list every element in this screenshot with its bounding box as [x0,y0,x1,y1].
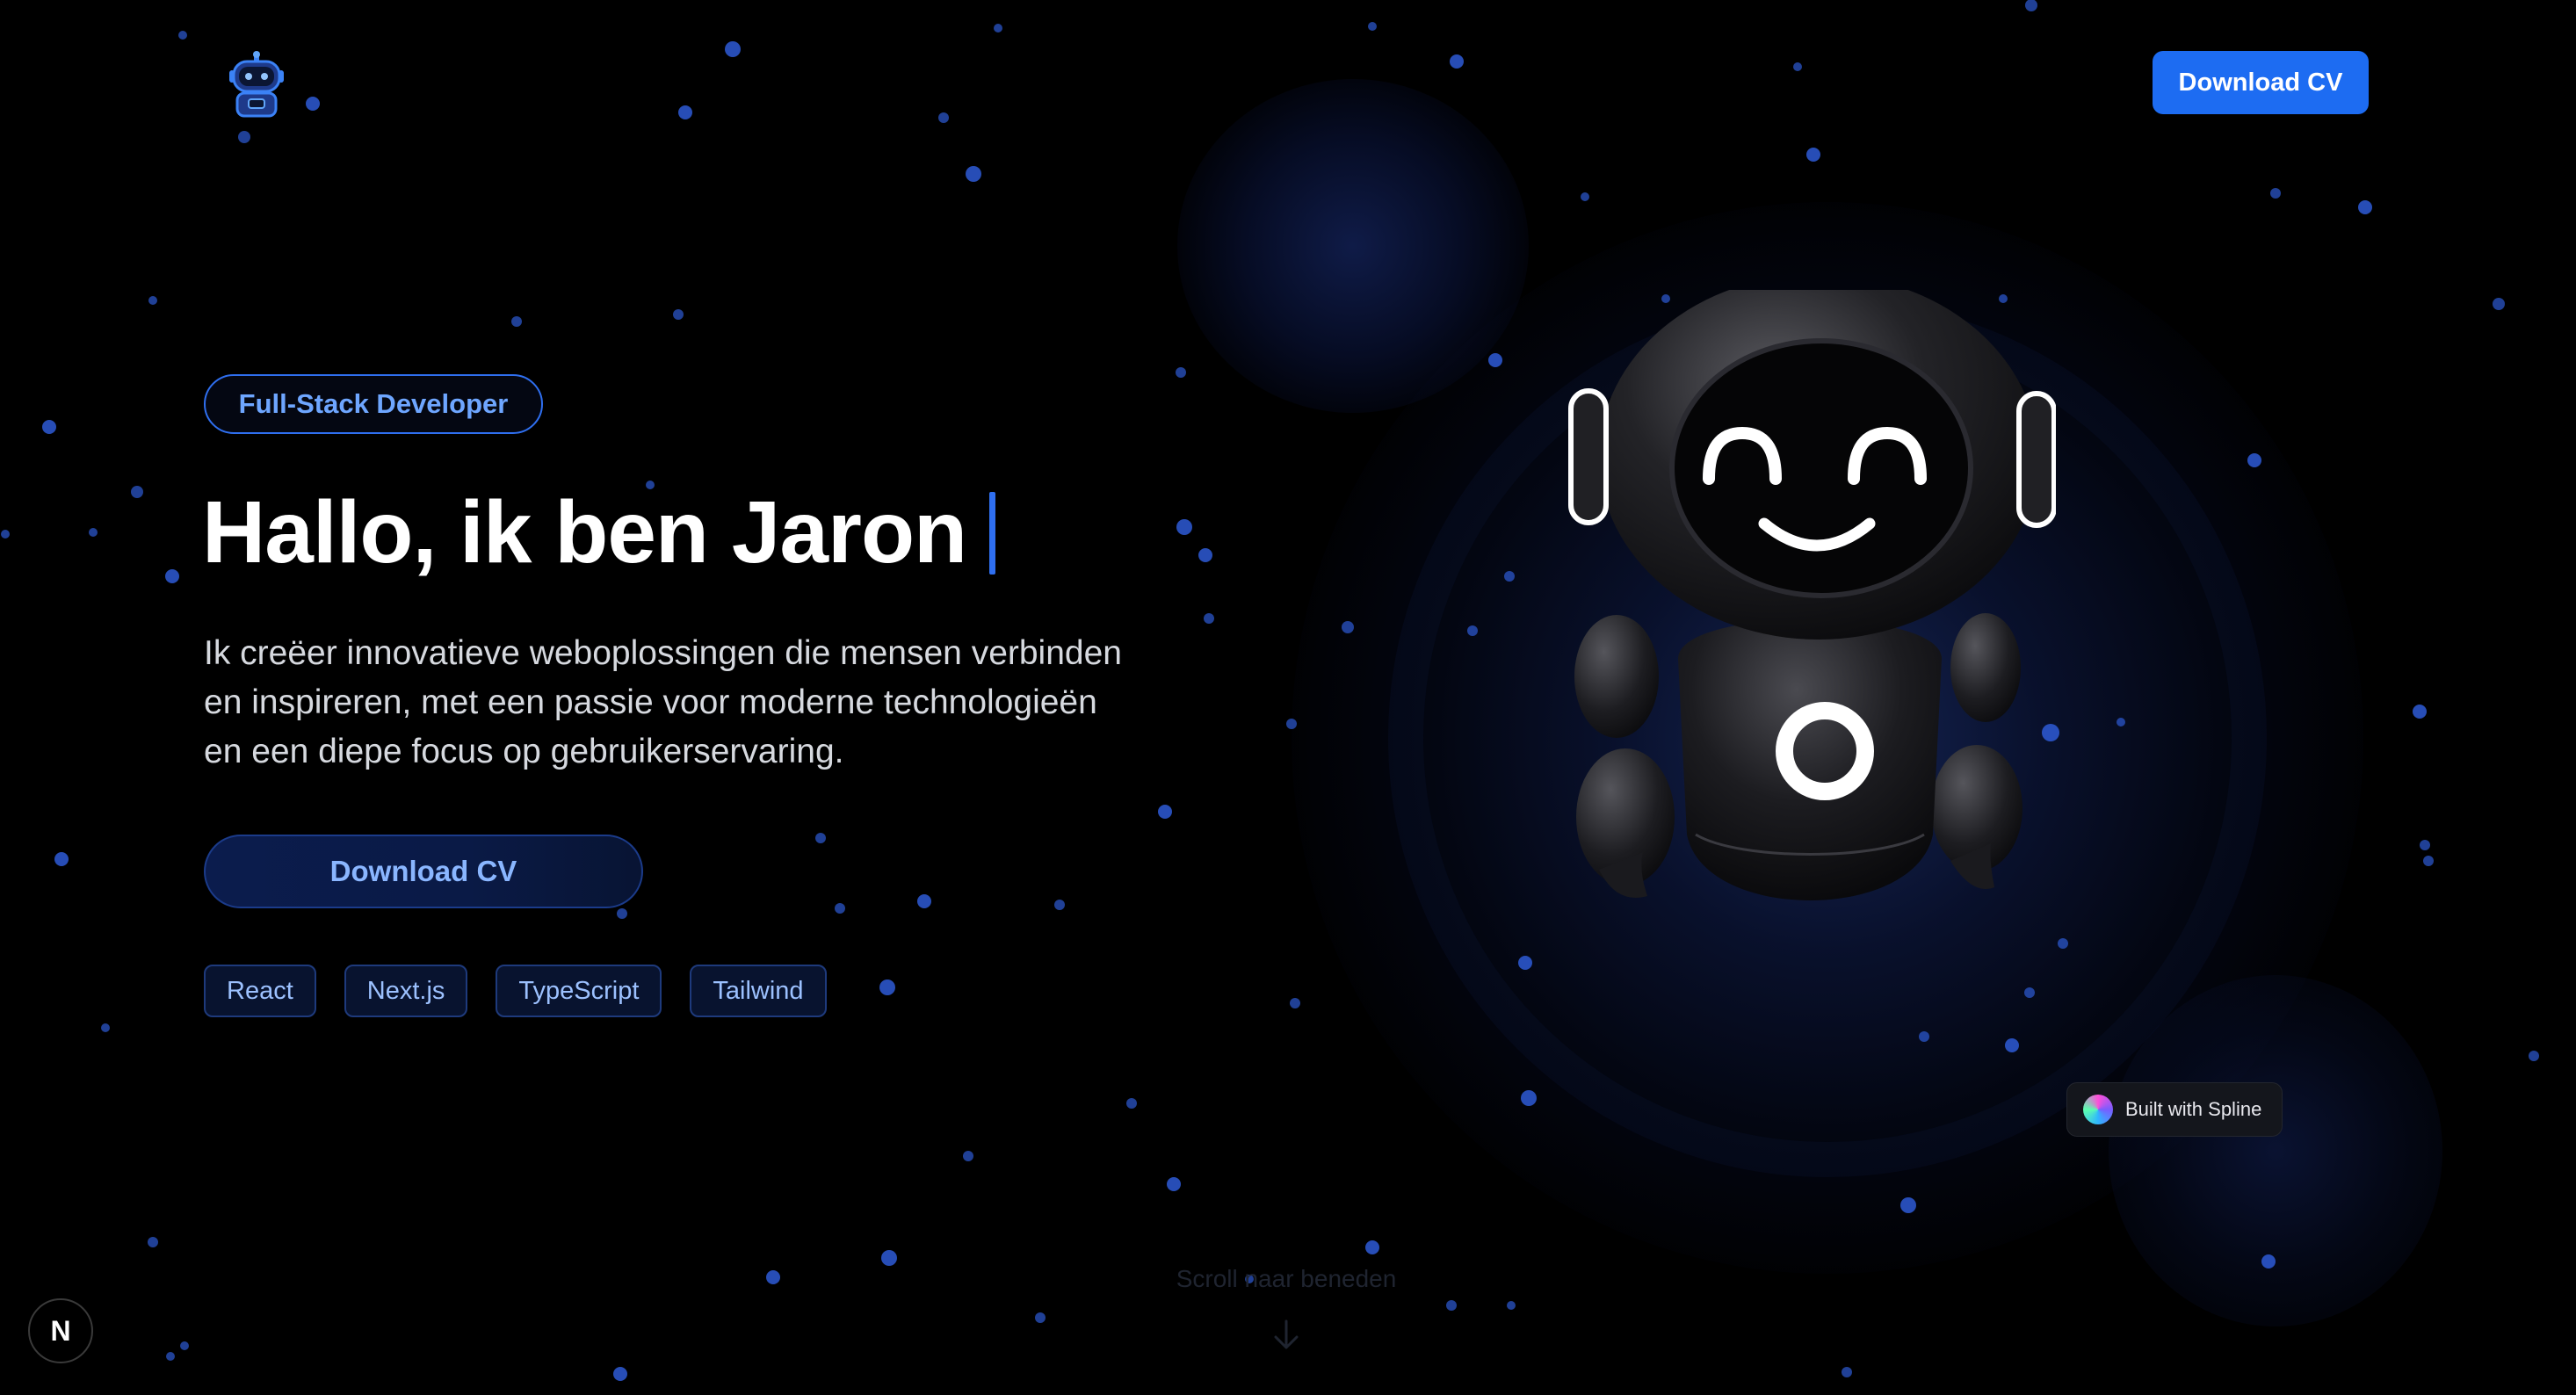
star-dot [148,1237,158,1247]
scroll-hint[interactable]: Scroll naar beneden [1111,1265,1462,1293]
nextjs-dev-badge[interactable]: N [28,1298,93,1363]
star-dot [1467,625,1478,636]
star-dot [1518,956,1532,970]
tech-tag: React [204,965,316,1017]
tech-tag: Next.js [344,965,468,1017]
star-dot [815,833,826,843]
star-dot [879,979,895,995]
star-dot [42,420,56,434]
star-dot [1167,1177,1181,1191]
star-dot [1793,62,1802,71]
built-with-spline-badge[interactable]: Built with Spline [2066,1082,2283,1137]
star-dot [1806,148,1820,162]
star-dot [1035,1312,1046,1323]
star-dot [1176,519,1192,535]
star-dot [938,112,949,123]
star-dot [917,894,931,908]
tech-tags: React Next.js TypeScript Tailwind [204,965,855,1017]
star-dot [306,97,320,111]
star-dot [881,1250,897,1266]
star-dot [1126,1098,1137,1109]
star-dot [2413,705,2427,719]
star-dot [2261,1254,2276,1269]
star-dot [101,1023,110,1032]
intro-line: en een diepe focus op gebruikerservaring… [204,733,844,770]
star-dot [1521,1090,1537,1106]
spline-logo-icon [2083,1095,2113,1124]
star-dot [2423,856,2434,866]
star-dot [2058,938,2068,949]
star-dot [673,309,684,320]
star-dot [2025,0,2037,11]
star-dot [835,903,845,914]
intro-text: Ik creëer innovatieve weboplossingen die… [204,629,1293,777]
star-dot [963,1151,973,1161]
robot-3d-illustration[interactable] [1564,290,2056,993]
star-dot [2005,1038,2019,1052]
download-cv-button[interactable]: Download CV [204,835,643,908]
typing-caret [989,492,995,575]
star-dot [1158,805,1172,819]
star-dot [2493,298,2505,310]
page-title: Hallo, ik ben Jaron [202,483,967,582]
star-dot [678,105,692,119]
star-dot [89,528,98,537]
star-dot [613,1367,627,1381]
star-dot [178,31,187,40]
star-dot [148,296,157,305]
star-dot [1342,621,1354,633]
star-dot [2247,453,2261,467]
star-dot [1054,900,1065,910]
star-dot [54,852,69,866]
tech-tag: TypeScript [496,965,662,1017]
star-dot [1900,1197,1916,1213]
robot-icon[interactable] [225,51,288,119]
hero-section: Download CV Full-Stack Developer Hallo, … [0,0,2576,1395]
tech-tag: Tailwind [690,965,827,1017]
star-dot [165,569,179,583]
star-dot [2117,718,2125,726]
intro-line: Ik creëer innovatieve weboplossingen die… [204,634,1122,672]
spline-badge-label: Built with Spline [2125,1098,2262,1120]
star-dot [1198,548,1212,562]
star-dot [1842,1367,1852,1377]
star-dot [166,1352,175,1361]
arrow-down-icon[interactable] [1272,1318,1300,1353]
star-dot [994,24,1002,33]
star-dot [966,166,981,182]
star-dot [725,41,741,57]
star-dot [1919,1031,1929,1042]
download-cv-button[interactable]: Download CV [2153,51,2369,114]
intro-line: en inspireren, met een passie voor moder… [204,683,1097,721]
star-dot [1446,1300,1457,1311]
star-dot [1204,613,1214,624]
star-dot [1290,998,1300,1008]
star-dot [1,530,10,538]
star-dot [766,1270,780,1284]
star-dot [1365,1240,1379,1254]
star-dot [1368,22,1377,31]
star-dot [1176,367,1186,378]
star-dot [511,316,522,327]
star-dot [1581,192,1589,201]
star-dot [1504,571,1515,582]
star-dot [1450,54,1464,69]
star-dot [2270,188,2281,199]
star-dot [131,486,143,498]
star-dot [1488,353,1502,367]
star-dot [2358,200,2372,214]
star-dot [617,908,627,919]
star-dot [238,131,250,143]
star-dot [2420,840,2430,850]
star-dot [1507,1301,1516,1310]
star-dot [180,1341,189,1350]
role-badge: Full-Stack Developer [204,374,543,434]
star-dot [2529,1051,2539,1061]
